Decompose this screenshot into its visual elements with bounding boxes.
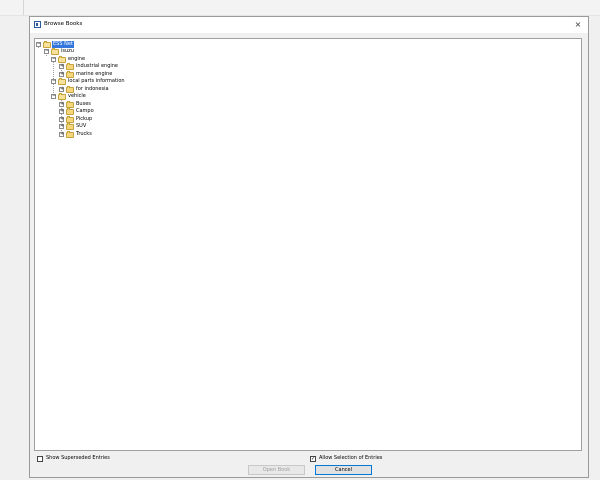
tree-node-label: SUV [76, 123, 87, 129]
folder-open-icon [58, 93, 66, 100]
window-app-icon [34, 21, 41, 28]
tree-node-label: local parts information [68, 78, 125, 84]
tree-node-label: marine engine [76, 71, 113, 77]
cancel-button[interactable]: Cancel [315, 465, 372, 475]
tree-node-label: vehicle [68, 93, 86, 99]
background-top-strip [0, 0, 600, 16]
expand-toggle[interactable]: + [59, 117, 64, 122]
folder-open-icon [51, 48, 59, 55]
folder-open-icon [58, 78, 66, 85]
allow-selection-label: Allow Selection of Entries [319, 455, 383, 461]
collapse-toggle[interactable]: − [51, 79, 56, 84]
show-superseded-label: Show Superseded Entries [46, 455, 110, 461]
close-button[interactable]: × [572, 19, 584, 31]
expand-toggle[interactable]: + [59, 109, 64, 114]
expand-toggle[interactable]: + [59, 72, 64, 77]
expand-toggle[interactable]: + [59, 64, 64, 69]
expand-toggle[interactable]: + [59, 87, 64, 92]
collapse-toggle[interactable]: − [51, 57, 56, 62]
browse-books-dialog: Browse Books × − ESS Net − isuzu − engin… [29, 16, 589, 478]
tree-node-label: Trucks [76, 131, 92, 137]
folder-icon [66, 123, 74, 130]
show-superseded-checkbox[interactable] [37, 456, 43, 462]
collapse-toggle[interactable]: − [51, 94, 56, 99]
expand-toggle[interactable]: + [59, 132, 64, 137]
open-book-button[interactable]: Open Book [248, 465, 305, 475]
tree-node-label: industrial engine [76, 63, 119, 69]
folder-icon [66, 108, 74, 115]
book-tree-view[interactable]: − ESS Net − isuzu − engine + industrial … [34, 38, 582, 451]
tree-node-label: Campo [76, 108, 94, 114]
folder-icon [66, 63, 74, 70]
title-bar[interactable]: Browse Books × [30, 17, 588, 33]
tree-connector [53, 59, 54, 95]
tree-node-label: isuzu [61, 48, 74, 54]
expand-toggle[interactable]: + [59, 124, 64, 129]
expand-toggle[interactable]: + [59, 102, 64, 107]
window-title: Browse Books [44, 21, 83, 27]
allow-selection-checkbox[interactable]: ✓ [310, 456, 316, 462]
tree-node-label: for indonesia [76, 86, 109, 92]
tree-node-label: Pickup [76, 116, 93, 122]
collapse-toggle[interactable]: − [36, 42, 41, 47]
tree-node-label: engine [68, 56, 86, 62]
collapse-toggle[interactable]: − [44, 49, 49, 54]
folder-icon [66, 131, 74, 138]
tree-node-label: ESS Net [52, 41, 74, 48]
background-divider [23, 0, 24, 16]
tree-node-label: Buses [76, 101, 91, 107]
